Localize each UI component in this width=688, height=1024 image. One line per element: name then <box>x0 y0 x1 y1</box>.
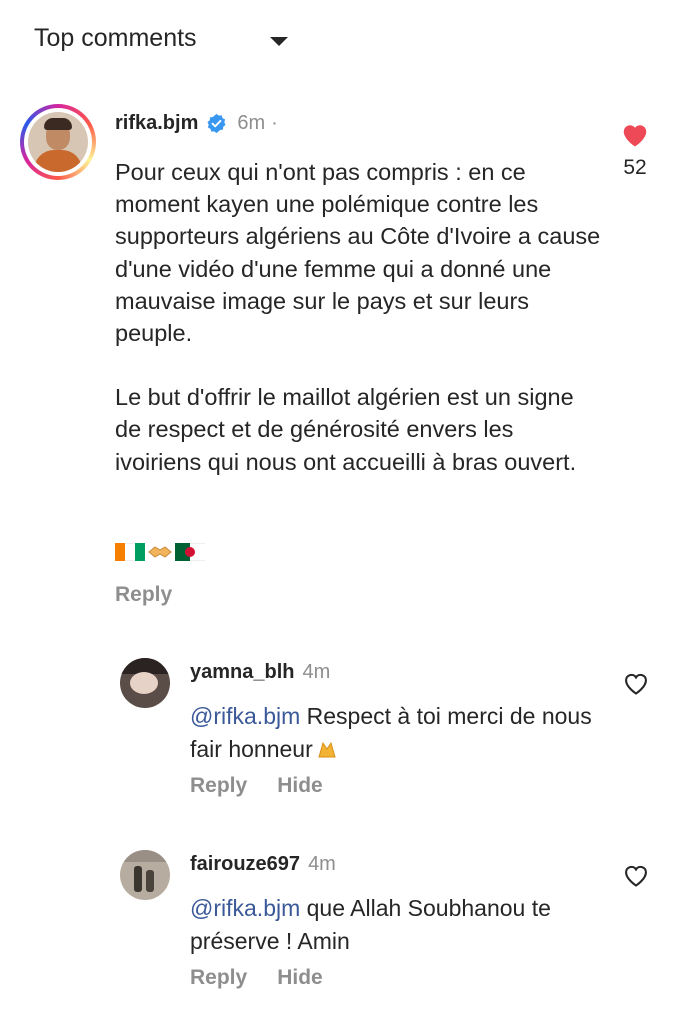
hide-button[interactable]: Hide <box>277 966 323 990</box>
reply-button[interactable]: Reply <box>190 966 247 990</box>
separator-dot: · <box>271 112 278 134</box>
flag-ivory-coast-icon <box>115 543 145 561</box>
comment-header: rifka.bjm 6m · <box>115 112 278 135</box>
comment-paragraph-1: Pour ceux qui n'ont pas compris : en ce … <box>115 159 601 347</box>
reply-button[interactable]: Reply <box>115 583 172 607</box>
comment-text: Pour ceux qui n'ont pas compris : en ce … <box>115 156 605 478</box>
praying-hands-icon <box>318 741 336 757</box>
handshake-icon <box>148 546 172 558</box>
reply-actions: Reply Hide <box>190 966 323 990</box>
reply-text: @rifka.bjm Respect à toi merci de nous f… <box>190 700 610 765</box>
verified-badge-icon <box>207 113 226 134</box>
comments-sort-dropdown[interactable]: Top comments <box>34 24 197 53</box>
reply-header: fairouze697 4m <box>190 853 336 876</box>
like-heart-icon[interactable] <box>620 120 650 148</box>
reply-time: 4m <box>308 853 336 875</box>
reply-time: 4m <box>302 661 331 683</box>
comments-sort-label: Top comments <box>34 24 197 52</box>
comment-username[interactable]: rifka.bjm <box>115 112 198 135</box>
reply-username[interactable]: fairouze697 <box>190 853 300 876</box>
comment-emojis <box>115 540 205 564</box>
avatar[interactable] <box>120 850 170 900</box>
comment-paragraph-2: Le but d'offrir le maillot algérien est … <box>115 384 577 475</box>
flag-algeria-icon <box>175 543 205 561</box>
hide-button[interactable]: Hide <box>277 774 323 798</box>
mention-link[interactable]: @rifka.bjm <box>190 895 300 921</box>
reply-text: @rifka.bjm que Allah Soubhanou te préser… <box>190 892 610 957</box>
reply-header: yamna_blh 4m <box>190 661 330 684</box>
chevron-down-icon[interactable] <box>270 37 288 46</box>
reply-actions: Reply Hide <box>190 774 323 798</box>
avatar[interactable] <box>20 104 96 180</box>
avatar[interactable] <box>120 658 170 708</box>
mention-link[interactable]: @rifka.bjm <box>190 703 300 729</box>
like-heart-outline-icon[interactable] <box>622 862 650 888</box>
comment-time: 6m <box>237 112 266 134</box>
like-heart-outline-icon[interactable] <box>622 670 650 696</box>
reply-button[interactable]: Reply <box>190 774 247 798</box>
like-count: 52 <box>623 156 647 179</box>
reply-username[interactable]: yamna_blh <box>190 661 294 684</box>
